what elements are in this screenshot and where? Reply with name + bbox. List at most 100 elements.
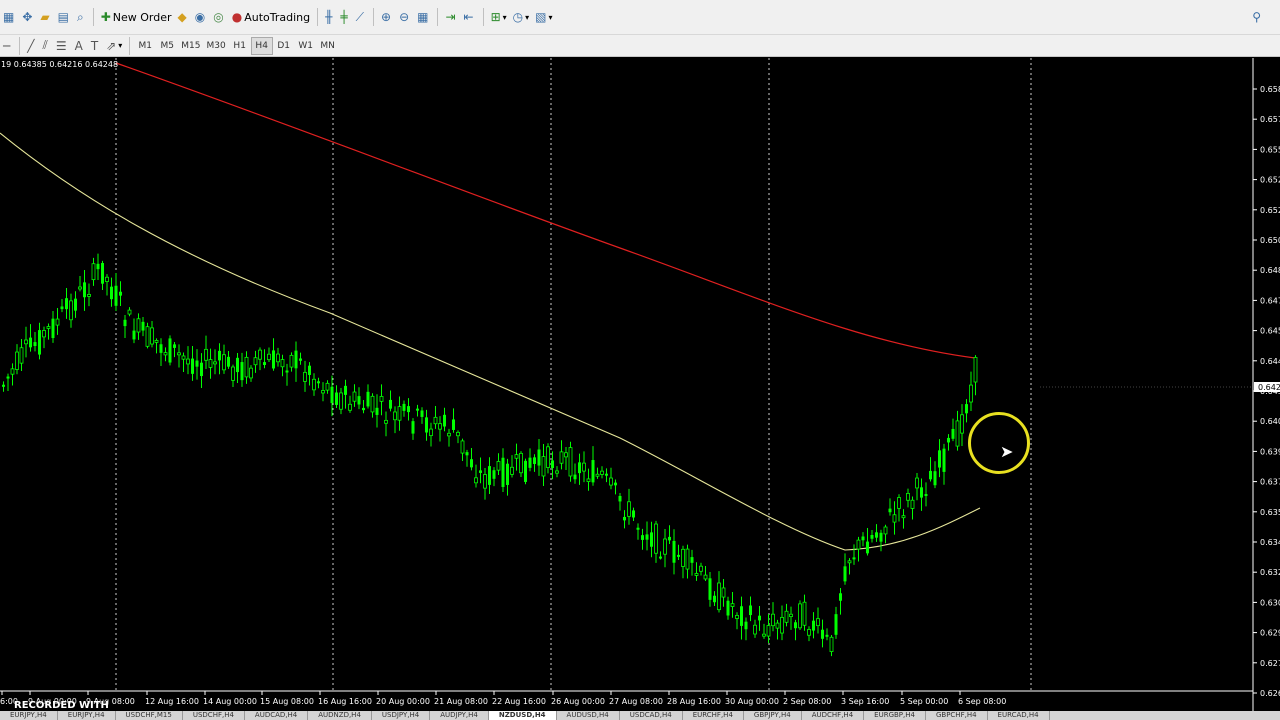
candle-bear: [362, 407, 365, 411]
candle-bear: [614, 482, 617, 486]
chart-tab[interactable]: AUDCHF,H4: [802, 711, 865, 720]
line-chart-icon[interactable]: ⟋: [353, 6, 369, 28]
candle-bull: [514, 454, 519, 459]
candle-bear: [317, 381, 320, 384]
chart-tab[interactable]: EURGBP,H4: [864, 711, 926, 720]
chart-tab[interactable]: AUDJPY,H4: [430, 711, 489, 720]
candle-bull: [960, 414, 964, 434]
profiles-icon[interactable]: ✥: [19, 6, 37, 28]
metaeditor-icon[interactable]: ◆: [175, 6, 192, 28]
chart-tab[interactable]: GBPCHF,H4: [926, 711, 988, 720]
candle-bull: [703, 574, 708, 580]
candle-bull: [249, 367, 253, 379]
chart-tab[interactable]: NZDUSD,H4: [488, 711, 557, 720]
price-label: 0.657: [1260, 115, 1280, 124]
timeframe-h4[interactable]: H4: [250, 36, 273, 55]
price-label: 0.652: [1260, 206, 1280, 215]
candle-bear: [879, 532, 883, 542]
text-icon[interactable]: A: [72, 35, 88, 57]
fibonacci-icon[interactable]: ☰: [53, 35, 72, 57]
candle-bear: [51, 318, 55, 339]
timeframe-mn[interactable]: MN: [317, 37, 339, 55]
candle-bear: [758, 615, 761, 621]
chart-tab[interactable]: AUDUSD,H4: [557, 711, 620, 720]
mouse-cursor-icon: ➤: [1000, 442, 1014, 461]
candle-bear: [159, 344, 163, 353]
templates-icon[interactable]: ▧ ▾: [532, 6, 555, 28]
chart-tab[interactable]: EURCAD,H4: [988, 711, 1050, 720]
candle-bear: [74, 298, 77, 311]
search-icon[interactable]: ⚲: [1249, 6, 1266, 28]
timeframe-d1[interactable]: D1: [273, 37, 295, 55]
chart-tab[interactable]: GBPJPY,H4: [744, 711, 802, 720]
price-label: 0.658: [1260, 85, 1280, 94]
new-chart-icon[interactable]: ▦: [0, 6, 19, 28]
timeframe-w1[interactable]: W1: [295, 37, 317, 55]
candle-bull: [973, 357, 978, 383]
periods-icon[interactable]: ◷ ▾: [510, 6, 533, 28]
timeframe-m30[interactable]: M30: [203, 37, 228, 55]
chart-shift-icon[interactable]: ⇥: [442, 6, 460, 28]
trendline-icon[interactable]: ╱: [24, 35, 39, 57]
chart-tab[interactable]: AUDNZD,H4: [308, 711, 372, 720]
candle-bull: [654, 523, 658, 554]
candle-bear: [236, 357, 239, 373]
candle-bull: [717, 582, 721, 611]
signals-icon[interactable]: ◉: [192, 6, 210, 28]
candlestick-icon[interactable]: ╪: [337, 6, 352, 28]
price-chart[interactable]: 0.658 0.657 0.655 0.652 0.652 0.650 0.648 0.647…: [0, 58, 1280, 711]
navigator-icon[interactable]: ⌕: [74, 6, 89, 28]
price-label: 0.635: [1260, 508, 1280, 517]
zoom-in-icon[interactable]: ⊕: [378, 6, 396, 28]
zoom-out-icon[interactable]: ⊖: [396, 6, 414, 28]
bar-chart-icon[interactable]: ╫: [322, 6, 337, 28]
candle-bear: [492, 470, 496, 479]
timeframe-m5[interactable]: M5: [156, 37, 178, 55]
candle-bull: [150, 327, 154, 345]
candle-bull: [303, 371, 307, 382]
autoscroll-icon[interactable]: ⇤: [461, 6, 479, 28]
candle-bear: [114, 285, 118, 306]
price-label: 0.647: [1260, 296, 1280, 305]
arrows-icon[interactable]: ⇗ ▾: [103, 35, 125, 57]
timeframe-h1[interactable]: H1: [229, 37, 251, 55]
chart-tab[interactable]: USDCHF,M15: [116, 711, 183, 720]
text-label-icon[interactable]: T: [88, 35, 103, 57]
chart-tab[interactable]: EURJPY,H4: [0, 711, 58, 720]
candle-bear: [470, 459, 473, 468]
candle-bull: [564, 452, 568, 458]
open-folder-icon[interactable]: ▰: [37, 6, 54, 28]
candle-bear: [479, 470, 482, 473]
toolbar-divider: [19, 36, 21, 55]
market-icon[interactable]: ◎: [210, 6, 228, 28]
chart-tab[interactable]: AUDCAD,H4: [245, 711, 309, 720]
chart-tab[interactable]: USDCHF,H4: [183, 711, 245, 720]
price-label: 0.627: [1260, 659, 1280, 668]
timeframe-m15[interactable]: M15: [178, 37, 203, 55]
candle-bull: [721, 587, 726, 598]
candle-bull: [213, 361, 217, 365]
candle-bear: [933, 471, 937, 486]
candle-bear: [330, 386, 334, 404]
candle-bull: [699, 565, 703, 572]
candle-bull: [24, 339, 28, 345]
time-label: 6 Sep 08:00: [958, 697, 1006, 706]
new-order-button[interactable]: ✚ New Order: [98, 6, 175, 28]
candle-bull: [847, 560, 852, 564]
chart-tab[interactable]: EURJPY,H4: [58, 711, 116, 720]
candle-bear: [875, 532, 878, 538]
horizontal-line-icon[interactable]: ─: [0, 35, 15, 57]
chart-tab[interactable]: USDJPY,H4: [372, 711, 431, 720]
autotrading-button[interactable]: ● AutoTrading: [229, 6, 313, 28]
candle-bull: [136, 318, 141, 333]
candle-bear: [402, 403, 406, 411]
chart-tab[interactable]: EURCHF,H4: [683, 711, 744, 720]
tile-windows-icon[interactable]: ▦: [414, 6, 433, 28]
market-watch-icon[interactable]: ▤: [55, 6, 74, 28]
channel-icon[interactable]: ⫽: [39, 35, 52, 57]
candle-bear: [308, 365, 311, 375]
timeframe-m1[interactable]: M1: [134, 37, 156, 55]
candle-bull: [807, 629, 811, 636]
indicators-icon[interactable]: ⊞ ▾: [488, 6, 510, 28]
chart-tab[interactable]: USDCAD,H4: [620, 711, 683, 720]
